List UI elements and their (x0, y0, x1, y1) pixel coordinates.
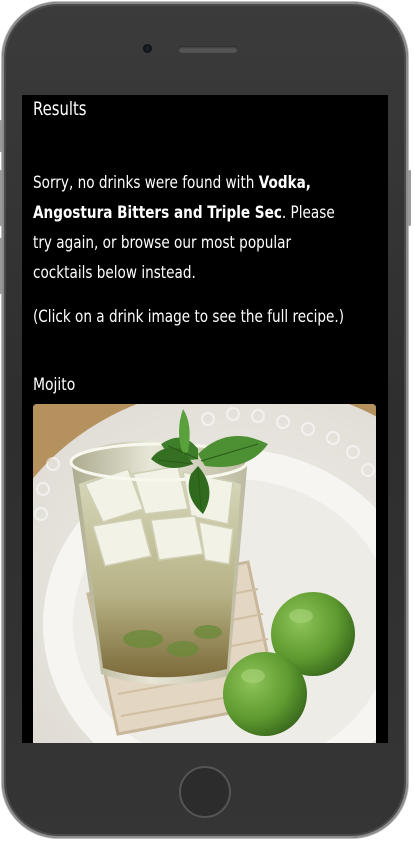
drink-image-mojito[interactable] (33, 404, 376, 743)
app-screen: Results Sorry, no drinks were found with… (22, 95, 388, 743)
message-text: Sorry, no drinks were found with (33, 173, 259, 193)
drink-name: Mojito (33, 375, 76, 395)
home-button[interactable] (179, 766, 231, 818)
earpiece-speaker (178, 46, 238, 53)
power-button (408, 170, 411, 226)
message-text: . Please (281, 203, 335, 223)
click-hint: (Click on a drink image to see the full … (33, 307, 345, 327)
front-camera (143, 44, 152, 53)
ingredient-list-text: Vodka, (258, 173, 311, 193)
mute-switch (0, 120, 2, 152)
no-results-message: Sorry, no drinks were found with Vodka, … (33, 168, 388, 288)
page-title: Results (33, 98, 87, 120)
mojito-photo (33, 404, 376, 743)
volume-down-button (0, 238, 2, 294)
message-text: try again, or browse our most popular (33, 233, 292, 253)
volume-up-button (0, 170, 2, 226)
message-text: cocktails below instead. (33, 263, 196, 283)
ingredient-list-text: Angostura Bitters and Triple Sec (33, 203, 282, 223)
